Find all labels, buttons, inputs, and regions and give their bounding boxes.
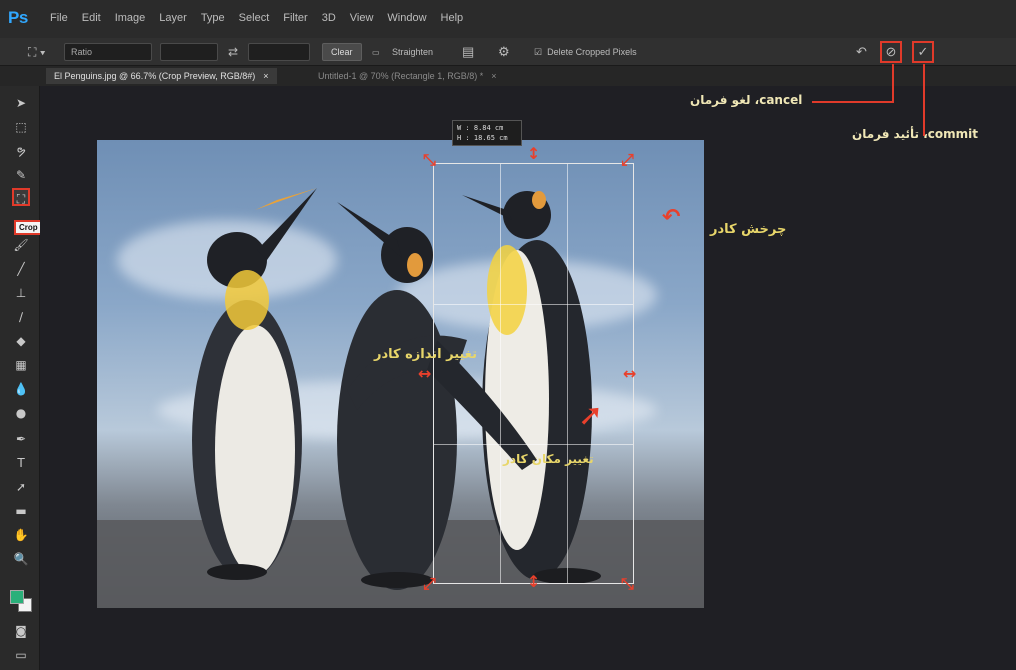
commit-crop-button[interactable]: ✓ [912,41,934,63]
corner-handle-top-right[interactable]: ⤢ [621,152,634,168]
checkbox-icon: ☑ [534,46,543,57]
edge-handle-bottom[interactable]: ↕ [527,574,540,590]
history-brush-icon[interactable]: ∕ [12,308,30,326]
move-annotation: تغییر مکان کادر [503,452,594,466]
menu-help[interactable]: Help [441,12,464,24]
tab-untitled[interactable]: Untitled-1 @ 70% (Rectangle 1, RGB/8) * … [310,68,504,84]
width-readout: W : 8.84 cm [457,124,504,132]
width-field[interactable] [160,43,218,61]
cancel-icon: ⊘ [885,44,897,59]
close-icon[interactable]: × [263,71,268,81]
grid-line [434,304,633,305]
move-tool-icon[interactable]: ➤ [12,94,30,112]
pen-tool-icon[interactable]: ✒ [12,430,30,448]
hand-tool-icon[interactable]: ✋ [12,526,30,544]
photoshop-logo: Ps [8,8,28,27]
straighten-label: Straighten [392,47,434,57]
edge-handle-top[interactable]: ↕ [527,146,540,162]
clear-label: Clear [331,47,353,57]
clear-button[interactable]: Clear [322,43,362,61]
brush-tool-icon[interactable]: 🖌 [12,236,30,254]
callout-line [892,64,894,102]
corner-handle-bottom-right[interactable]: ⤡ [621,576,634,592]
menu-bar: Ps File Edit Image Layer Type Select Fil… [0,0,1016,38]
eraser-tool-icon[interactable]: ◆ [12,332,30,350]
lasso-tool-icon[interactable]: ຯ [12,142,30,160]
tab-untitled-label: Untitled-1 @ 70% (Rectangle 1, RGB/8) * [318,71,484,81]
height-field[interactable] [248,43,310,61]
swap-icon[interactable]: ⇄ [228,43,238,61]
marquee-tool-icon[interactable]: ⬚ [12,118,30,136]
move-cursor-icon: ➚ [578,398,604,433]
overlay-grid-icon[interactable]: ▤ [462,43,474,61]
options-bar: ⛶ ▾ Ratio ⇄ Clear ▭ Straighten ▤ ⚙ ☑ Del… [0,38,1016,66]
tab-penguins-label: El Penguins.jpg @ 66.7% (Crop Preview, R… [54,71,256,81]
edge-handle-left[interactable]: ↔ [418,366,431,382]
main-menu: File Edit Image Layer Type Select Filter… [50,12,463,24]
type-tool-icon[interactable]: T [12,454,30,472]
reset-icon[interactable]: ↶ [856,43,867,61]
menu-select[interactable]: Select [239,12,270,24]
screen-mode-icon[interactable]: ▭ [12,646,30,664]
cancel-crop-button[interactable]: ⊘ [880,41,902,63]
callout-line [812,101,894,103]
commit-annotation: تأئید فرمان ،commit [852,127,978,141]
size-readout: W : 8.84 cm H : 18.65 cm [452,120,522,146]
settings-gear-icon[interactable]: ⚙ [498,43,510,61]
ratio-label: Ratio [71,47,93,57]
corner-handle-bottom-left[interactable]: ⤢ [423,576,436,592]
grid-line [500,164,501,583]
straighten-icon[interactable]: ▭ [372,43,380,61]
edge-handle-right[interactable]: ↔ [623,366,636,382]
path-select-icon[interactable]: ➚ [12,478,30,496]
checkmark-icon: ✓ [917,44,929,59]
menu-layer[interactable]: Layer [159,12,187,24]
quick-select-tool-icon[interactable]: ✎ [12,166,30,184]
foreground-color-swatch[interactable] [10,590,24,604]
menu-window[interactable]: Window [387,12,426,24]
corner-handle-top-left[interactable]: ⤡ [423,152,436,168]
delete-cropped-label: Delete Cropped Pixels [547,47,637,57]
pencil-tool-icon[interactable]: ╱ [12,260,30,278]
crop-preset-icon[interactable]: ⛶ ▾ [28,43,46,61]
menu-view[interactable]: View [350,12,374,24]
menu-type[interactable]: Type [201,12,225,24]
grid-line [567,164,568,583]
grid-line [434,444,633,445]
close-icon[interactable]: × [491,71,496,81]
resize-annotation: تغییر اندازه کادر [374,347,478,362]
zoom-tool-icon[interactable]: 🔍 [12,550,30,568]
crop-box[interactable] [433,163,634,584]
menu-file[interactable]: File [50,12,68,24]
document-tabs: El Penguins.jpg @ 66.7% (Crop Preview, R… [0,66,1016,86]
delete-cropped-checkbox[interactable]: ☑ Delete Cropped Pixels [534,43,637,61]
menu-edit[interactable]: Edit [82,12,101,24]
menu-3d[interactable]: 3D [322,12,336,24]
menu-image[interactable]: Image [115,12,146,24]
stamp-tool-icon[interactable]: ⊥ [12,284,30,302]
callout-line [923,64,925,136]
tools-panel: ➤ ⬚ ຯ ✎ ⛶ 🖌 ╱ ⊥ ∕ ◆ ▦ 💧 ● ✒ T ➚ ▬ ✋ 🔍 ◙ … [0,86,40,670]
blur-tool-icon[interactable]: 💧 [12,380,30,398]
menu-filter[interactable]: Filter [283,12,307,24]
tab-penguins[interactable]: El Penguins.jpg @ 66.7% (Crop Preview, R… [46,68,277,84]
quick-mask-icon[interactable]: ◙ [12,622,30,640]
ratio-dropdown[interactable]: Ratio [64,43,152,61]
cancel-annotation: لغو فرمان ،cancel [690,93,803,107]
gradient-tool-icon[interactable]: ▦ [12,356,30,374]
height-readout: H : 18.65 cm [457,134,508,142]
rotate-annotation: چرخش کادر [710,222,787,237]
crop-tool-icon[interactable]: ⛶ [12,188,30,206]
shape-tool-icon[interactable]: ▬ [12,502,30,520]
dodge-tool-icon[interactable]: ● [12,404,30,422]
rotate-arrow-icon: ↶ [662,205,681,230]
